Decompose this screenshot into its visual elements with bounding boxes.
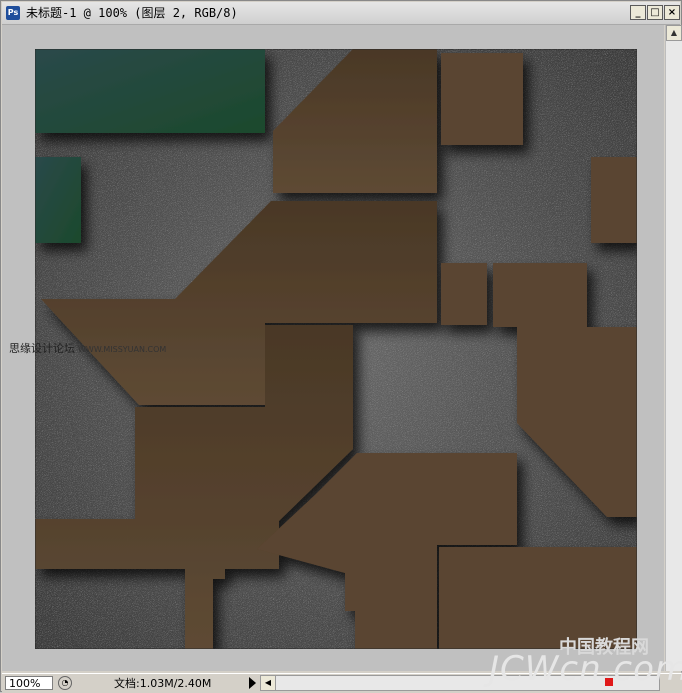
window-title: 未标题-1 @ 100% (图层 2, RGB/8) <box>26 6 238 20</box>
green-panel-left <box>35 157 81 243</box>
triangle-right-icon[interactable] <box>249 677 256 689</box>
arrow-left-icon[interactable]: ◀ <box>261 676 276 690</box>
watermark: 思缘设计论坛 WWW.MISSYUAN.COM <box>9 342 166 357</box>
brand-english: JCWcn.com <box>489 649 682 689</box>
close-icon: × <box>667 7 677 18</box>
brown-block-bottom-right <box>439 547 637 649</box>
watermark-url: WWW.MISSYUAN.COM <box>78 345 167 354</box>
zoom-input[interactable]: 100% <box>5 676 53 690</box>
vertical-scrollbar[interactable]: ▲ <box>665 25 682 671</box>
close-button[interactable]: × <box>664 5 680 20</box>
status-menu-icon[interactable]: ◔ <box>58 676 72 690</box>
green-panel-top <box>35 49 265 133</box>
maximize-button[interactable]: □ <box>647 5 663 20</box>
maximize-icon: □ <box>650 7 660 18</box>
watermark-text: 思缘设计论坛 <box>9 342 75 355</box>
brown-block-small <box>441 263 487 325</box>
brown-block-right-edge <box>591 157 637 243</box>
brand-dot <box>605 678 613 686</box>
minimize-icon: _ <box>635 7 641 18</box>
photoshop-icon: Ps <box>6 6 20 20</box>
arrow-up-icon[interactable]: ▲ <box>666 25 682 41</box>
minimize-button[interactable]: _ <box>630 5 646 20</box>
title-bar[interactable]: Ps 未标题-1 @ 100% (图层 2, RGB/8) _ □ × <box>2 2 680 25</box>
document-size-info: 文档:1.03M/2.40M <box>114 677 212 690</box>
brown-block-top-right <box>441 53 523 145</box>
document-window: Ps 未标题-1 @ 100% (图层 2, RGB/8) _ □ × 思缘设计… <box>0 0 682 693</box>
